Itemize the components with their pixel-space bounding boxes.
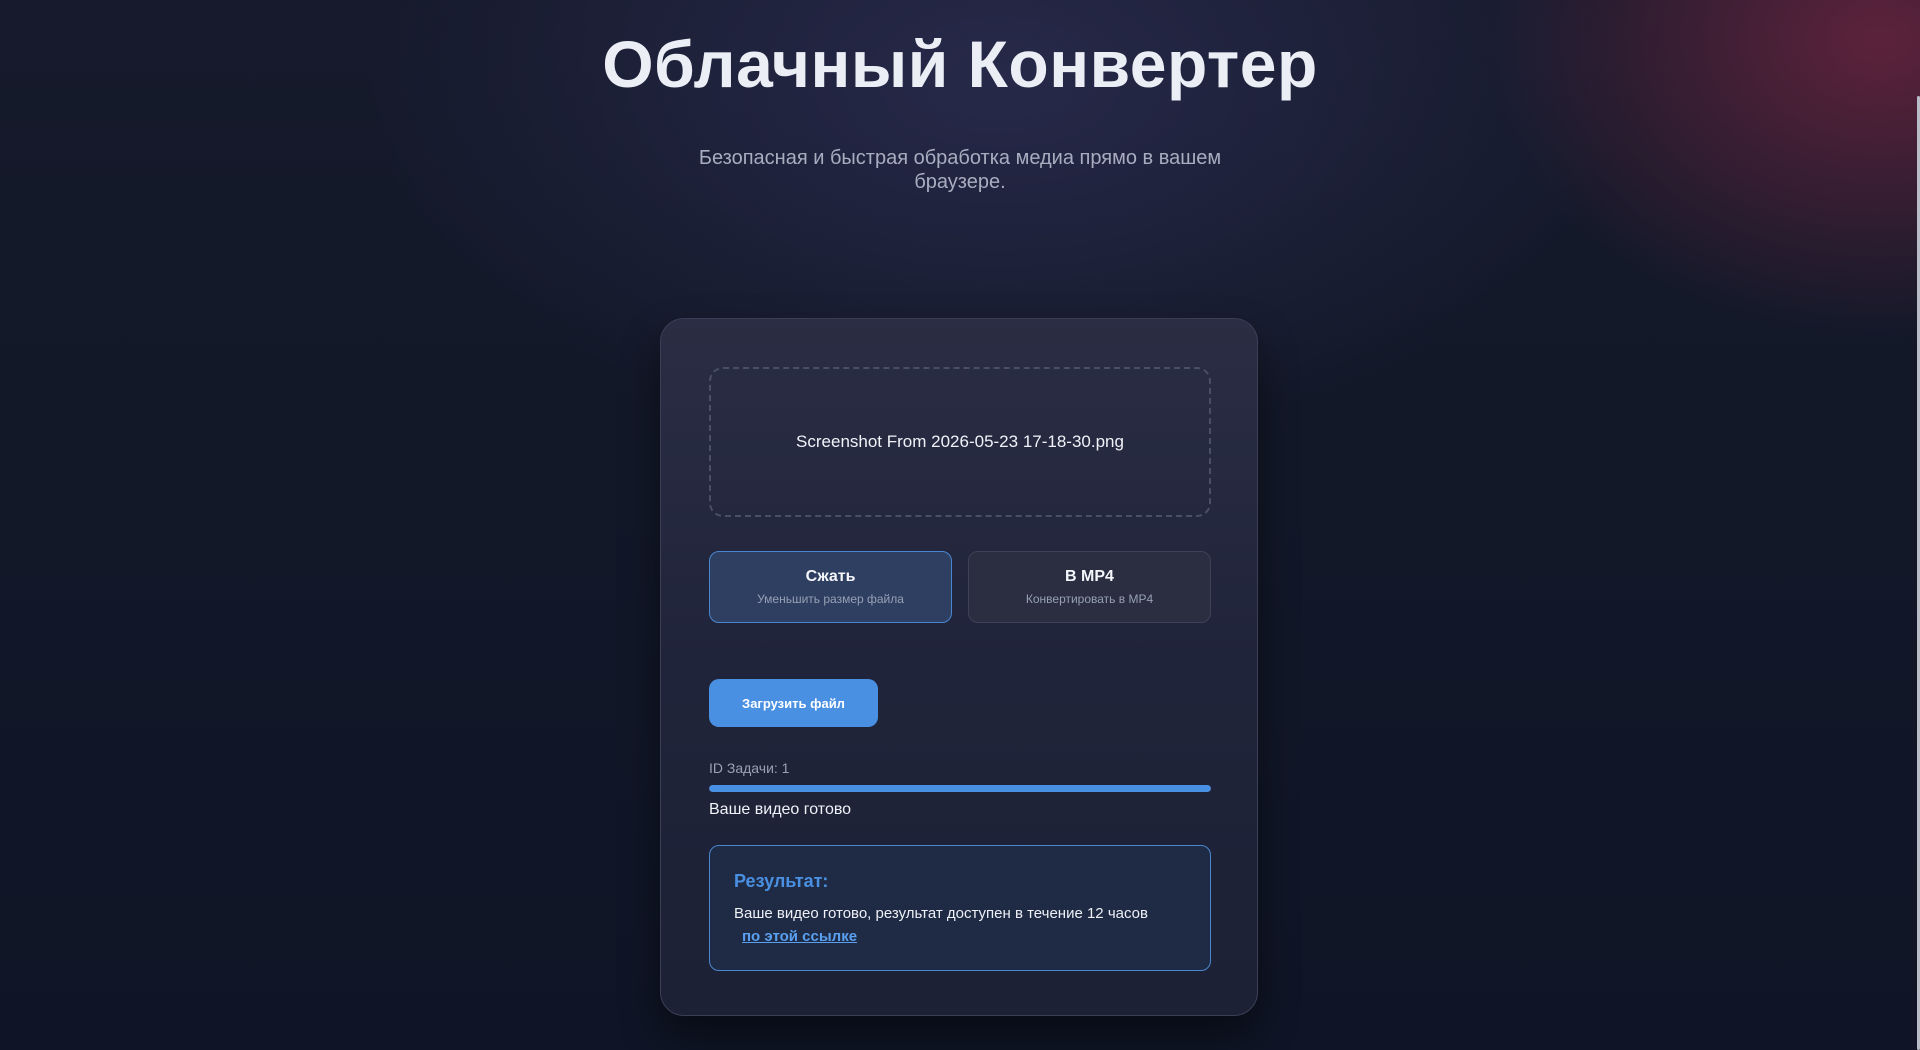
file-dropzone[interactable]: Screenshot From 2026-05-23 17-18-30.png — [709, 367, 1211, 517]
mode-mp4-button[interactable]: В MP4 Конвертировать в MP4 — [968, 551, 1211, 623]
result-download-link[interactable]: по этой ссылке — [742, 928, 857, 945]
page-subtitle: Безопасная и быстрая обработка медиа пря… — [698, 147, 1222, 193]
converter-card: Screenshot From 2026-05-23 17-18-30.png … — [660, 318, 1258, 1016]
result-text: Ваше видео готово, результат доступен в … — [734, 905, 1148, 922]
mode-mp4-subtitle: Конвертировать в MP4 — [1025, 592, 1154, 606]
progress-bar-fill — [709, 785, 1211, 792]
result-message: Ваше видео готово, результат доступен в … — [734, 902, 1186, 948]
task-id-label: ID Задачи: 1 — [709, 760, 790, 776]
mode-mp4-title: В MP4 — [1065, 568, 1114, 585]
page-header: Облачный Конвертер Безопасная и быстрая … — [0, 0, 1920, 194]
task-status: Ваше видео готово — [709, 801, 852, 818]
mode-compress-subtitle: Уменьшить размер файла — [757, 592, 904, 606]
page-title: Облачный Конвертер — [602, 27, 1318, 101]
progress-bar — [709, 785, 1211, 792]
upload-file-button[interactable]: Загрузить файл — [709, 679, 878, 727]
selected-filename: Screenshot From 2026-05-23 17-18-30.png — [796, 432, 1124, 451]
mode-compress-title: Сжать — [805, 568, 856, 585]
result-panel: Результат: Ваше видео готово, результат … — [709, 845, 1211, 971]
mode-compress-button[interactable]: Сжать Уменьшить размер файла — [709, 551, 952, 623]
result-heading: Результат: — [734, 871, 829, 891]
